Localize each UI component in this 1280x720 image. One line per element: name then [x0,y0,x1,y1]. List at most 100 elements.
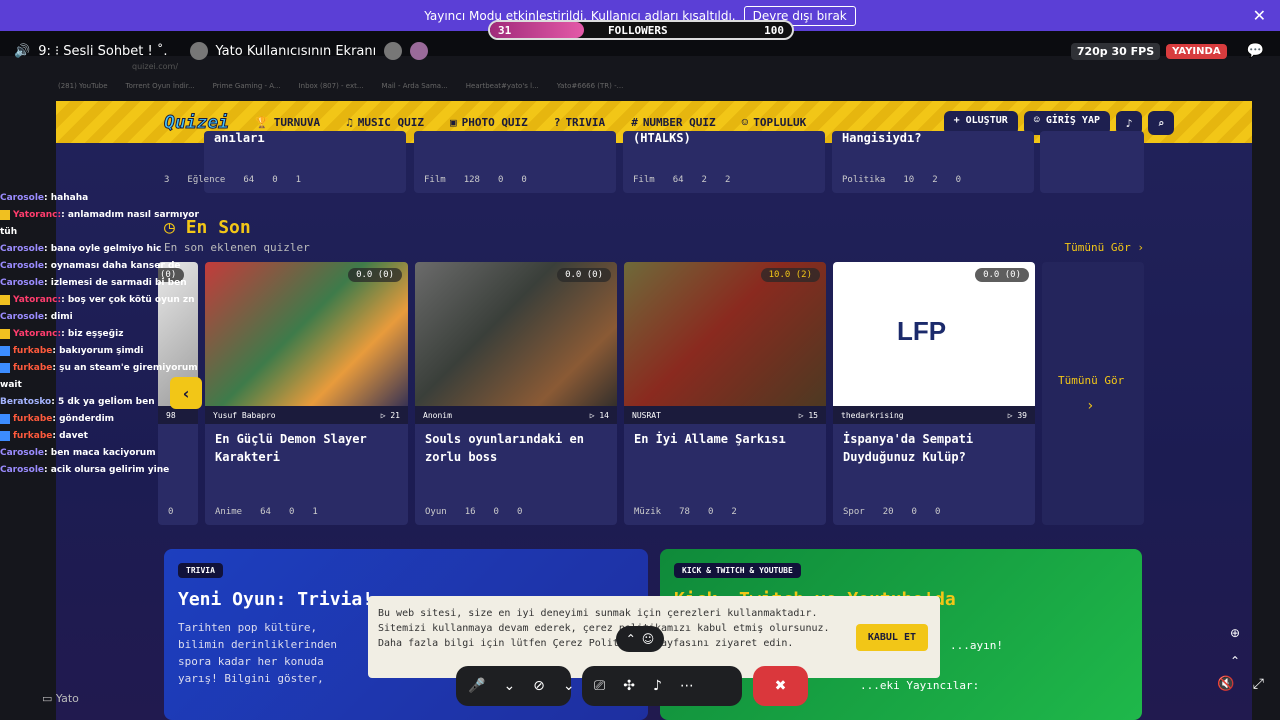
trophy-icon: 🏆 [255,115,269,129]
card-category: Anime [215,507,243,517]
nav-label: TOPLULUK [753,115,807,129]
chat-username[interactable]: Carosole [0,244,44,254]
chat-username[interactable]: Carosole [0,312,44,322]
volume-muted-icon[interactable]: 🔇 [1217,676,1234,692]
more-icon[interactable]: ⋯ [680,678,694,694]
card-questions: 64 [260,507,271,517]
quiz-card-partial[interactable]: (HTALKS) Film 64 2 2 [623,131,825,193]
quiz-card[interactable]: 10.0 (2) NUSRAT ▷ 15 En İyi Allame Şarkıs… [624,262,826,525]
card-plays: 21 [390,410,400,420]
activities-icon[interactable]: ✣ [623,678,635,694]
chat-username[interactable]: Yatoranc: [13,329,61,339]
quiz-card-partial[interactable] [1040,131,1144,193]
card-plays: 39 [1017,410,1027,420]
card-title: En İyi Allame Şarkısı [634,432,786,446]
chat-bubble-icon[interactable]: 💬 [1247,43,1264,59]
streamer-name: Yato [55,692,79,705]
music-icon: ♫ [346,115,353,129]
chat-message: Carosole: oynaması daha kanser de [0,258,210,275]
chat-username[interactable]: Carosole [0,465,44,475]
people-icon: ☺ [641,632,655,646]
quiz-card[interactable]: 0.0 (0) Anonim ▷ 14 Souls oyunlarındaki e… [415,262,617,525]
subscriber-badge-icon [0,328,10,339]
card-comments: 0 [707,507,714,517]
bookmark-item: Prime Gaming - A... [212,82,281,90]
chevron-down-icon[interactable]: ⌄ [563,678,575,694]
see-all-card[interactable]: Tümünü Gör › [1042,262,1144,525]
quiz-card-partial[interactable]: Film 128 0 0 [414,131,616,193]
play-count: ▷ 39 [1007,410,1027,420]
nav-music-quiz[interactable]: ♫ MUSIC QUIZ [346,116,424,129]
chat-username[interactable]: furkabe [13,363,52,373]
see-all-link[interactable]: Tümünü Gör › [1065,241,1144,254]
stream-bottom-right: 🔇 ⤢ [1217,676,1264,692]
card-category: Eğlence [187,175,226,185]
chat-username[interactable]: Carosole [0,193,44,203]
card-likes: 0 [955,175,962,185]
card-title: En Güçlü Demon Slayer Karakteri [215,432,367,464]
nav-number-quiz[interactable]: # NUMBER QUIZ [631,116,715,129]
channel-info: 🔊 9: ⁝ Sesli Sohbet ! ˚. [14,44,168,59]
chat-message: Carosole: ben maca kaciyorum [0,445,210,462]
chat-message: Yatoranc:: anlamadım nasıl sarmıyor tüh [0,207,210,241]
channel-name[interactable]: 9: ⁝ Sesli Sohbet ! ˚. [38,44,167,59]
chat-text: : bakıyorum şimdi [52,346,144,356]
close-icon[interactable]: ✕ [1253,6,1266,25]
live-badge: YAYINDA [1166,43,1227,59]
stream-title: Yato Kullanıcısının Ekranı [189,42,429,60]
chat-username[interactable]: Beratosko [0,397,51,407]
chat-username[interactable]: furkabe [13,346,52,356]
quiz-card-partial[interactable]: Hangisiydı? Politika 10 2 0 [832,131,1034,193]
nav-turnuva[interactable]: 🏆 TURNUVA [255,116,320,129]
screen-icon: ▭ [42,692,56,705]
search-icon[interactable]: ⌕ [1148,111,1174,135]
chat-username[interactable]: Carosole [0,278,44,288]
card-questions: 10 [903,175,915,185]
nav-photo-quiz[interactable]: ▣ PHOTO QUIZ [450,116,528,129]
card-rating: 10.0 (2) [760,268,820,282]
chat-text: : izlemesi de sarmadi bi ben [44,278,187,288]
fullscreen-icon[interactable]: ⤢ [1253,676,1264,692]
zoom-icon[interactable]: ⊕ [1230,626,1240,640]
viewer-avatar [410,42,429,60]
chat-message: Carosole: izlemesi de sarmadi bi ben [0,275,210,292]
quiz-card-partial[interactable]: anıları 3 Eğlence 64 0 1 [164,131,406,193]
nav-label: TURNUVA [273,115,321,129]
chat-username[interactable]: furkabe [13,431,52,441]
chat-username[interactable]: Carosole [0,261,44,271]
play-count: ▷ 14 [589,410,609,420]
nav-topluluk[interactable]: ☺ TOPLULUK [742,116,807,129]
card-comments: 0 [497,175,504,185]
quiz-card[interactable]: 0.0 (0) Yusuf Babapro ▷ 21 En Güçlü Demon… [205,262,408,525]
card-thumbnail: LFP [833,262,1035,414]
chat-message: Yatoranc:: biz eşşeğiz [0,326,210,343]
avatar [189,42,208,60]
card-category: Müzik [634,507,662,517]
participants-toggle[interactable]: ⌃ ☺ [616,626,664,652]
chevron-up-icon[interactable]: ⌃ [1230,654,1240,668]
card-likes: 0 [516,507,523,517]
card-questions: 78 [679,507,690,517]
browser-bookmarks: (281) YouTube Torrent Oyun İndir... Prim… [58,82,623,90]
disconnect-button[interactable]: ✖ [753,666,808,706]
chevron-down-icon[interactable]: ⌄ [503,678,515,694]
chat-username[interactable]: furkabe [13,414,52,424]
microphone-icon[interactable]: 🎤 [468,678,485,694]
chat-username[interactable]: Yatoranc: [13,210,61,220]
soundboard-icon[interactable]: ♪ [653,678,662,694]
site-logo[interactable]: Quizei [163,111,229,133]
quiz-card[interactable]: LFP 0.0 (0) thedarkrising ▷ 39 İspanya'da… [833,262,1035,525]
moderator-badge-icon [0,362,10,373]
chat-username[interactable]: Yatoranc: [13,295,61,305]
nav-trivia[interactable]: ? TRIVIA [554,116,605,129]
chat-username[interactable]: Carosole [0,448,44,458]
chat-text: : gönderdim [52,414,115,424]
author-name: NUSRAT [632,410,661,420]
card-questions: 20 [882,507,894,517]
chat-text: : ben maca kaciyorum [44,448,156,458]
card-rating: 0.0 (0) [975,268,1029,282]
screen-share-icon[interactable]: ⎚ [594,678,605,694]
camera-off-icon[interactable]: ⊘ [533,678,545,694]
cookie-accept-button[interactable]: KABUL ET [855,624,928,651]
nav-label: PHOTO QUIZ [461,115,528,129]
